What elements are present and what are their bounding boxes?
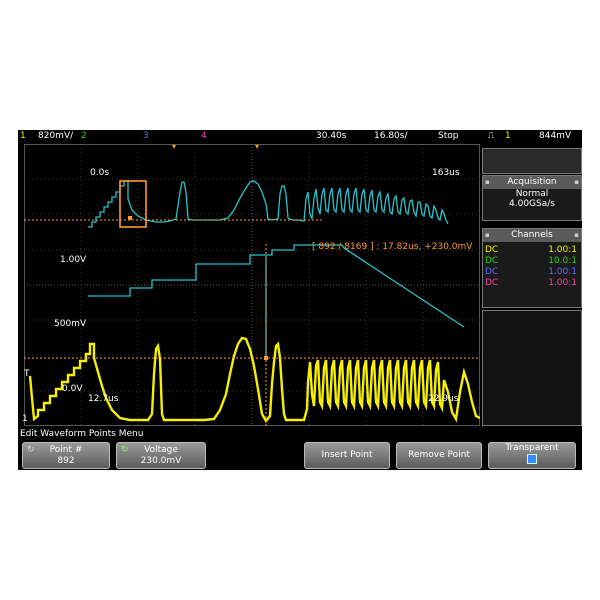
timebase-delay[interactable]: 30.40s (316, 130, 346, 143)
delay-marker-icon: ▾ (172, 142, 177, 151)
remove-point-button[interactable]: Remove Point (396, 442, 482, 469)
trigger-position-icon: ▾ (255, 142, 260, 151)
knob-icon: ↻ (27, 445, 35, 455)
ch1-trace (28, 336, 480, 424)
channel-row-2[interactable]: DC 10.0:1 (483, 256, 581, 267)
waveform-display[interactable] (24, 144, 480, 426)
ch2-coupling: DC (485, 256, 499, 266)
ch1-scale[interactable]: 820mV/ (38, 130, 73, 143)
transparent-label: Transparent (505, 443, 559, 453)
acquisition-mode: Normal (515, 189, 549, 199)
ch4-number[interactable]: 4 (201, 130, 207, 143)
point-marker-bottom (264, 356, 268, 360)
checkbox-icon (489, 454, 575, 468)
ch3-number[interactable]: 3 (143, 130, 149, 143)
ch2-number[interactable]: 2 (81, 130, 87, 143)
trigger-source[interactable]: 1 (505, 130, 511, 143)
menu-icon[interactable]: ▪ (574, 176, 579, 189)
remove-point-label: Remove Point (408, 450, 470, 460)
time-start-label: 0.0s (90, 168, 110, 178)
voltage-softkey[interactable]: ↻ Voltage 230.0mV (116, 442, 206, 469)
collapse-icon[interactable]: ▪ (485, 229, 490, 242)
acquisition-panel[interactable]: ▪ Acquisition ▪ Normal 4.00GSa/s (482, 175, 582, 221)
ch4-coupling: DC (485, 278, 499, 288)
point-number-softkey[interactable]: ↻ Point # 892 (22, 442, 110, 469)
ch3-probe-ratio: 1.00:1 (548, 267, 577, 277)
ch1-coupling: DC (485, 245, 499, 255)
transparent-toggle[interactable]: Transparent (488, 442, 576, 469)
insert-point-button[interactable]: Insert Point (304, 442, 390, 469)
point-value: 892 (57, 455, 75, 466)
acquisition-title: Acquisition (507, 177, 557, 187)
panel-empty-area (482, 310, 582, 426)
collapse-icon[interactable]: ▪ (485, 176, 490, 189)
mid-ref-label: 500mV (54, 319, 87, 329)
channel-row-4[interactable]: DC 1.00:1 (483, 278, 581, 289)
insert-point-label: Insert Point (321, 450, 373, 460)
panel-top-blank (482, 148, 582, 174)
cursor-right-label: 22.9us (428, 394, 459, 404)
trigger-level[interactable]: 844mV (539, 130, 571, 143)
acquisition-rate: 4.00GSa/s (509, 199, 555, 209)
knob-icon: ↻ (121, 445, 129, 455)
ch1-probe-ratio: 1.00:1 (548, 245, 577, 255)
voltage-value: 230.0mV (140, 455, 182, 466)
trigger-edge-icon: ⎍ (488, 131, 495, 141)
point-readout: [ 892 / 8169 ] : 17.82us, +230.0mV (312, 242, 473, 252)
timebase-scale[interactable]: 16.80s/ (374, 130, 408, 143)
menu-icon[interactable]: ▪ (574, 229, 579, 242)
menu-title: Edit Waveform Points Menu (20, 429, 144, 439)
run-state[interactable]: Stop (438, 130, 458, 143)
time-end-label: 163us (432, 168, 460, 178)
ch3-trace (88, 244, 465, 328)
zero-level-label: 0.0V (62, 384, 83, 394)
channels-panel[interactable]: ▪ Channels ▪ DC 1.00:1 DC 10.0:1 DC 1.00… (482, 228, 582, 308)
channels-title: Channels (511, 230, 553, 240)
point-marker-top (128, 216, 132, 220)
ch1-number[interactable]: 1 (20, 130, 26, 143)
oscilloscope-screen: 1 820mV/ 2 3 4 30.40s 16.80s/ Stop ⎍ 1 8… (18, 130, 582, 470)
voltage-label: Voltage (144, 444, 178, 455)
channel-row-3[interactable]: DC 1.00:1 (483, 267, 581, 278)
status-bar: 1 820mV/ 2 3 4 30.40s 16.80s/ Stop ⎍ 1 8… (18, 130, 582, 143)
ch3-coupling: DC (485, 267, 499, 277)
ground-marker[interactable]: 1 (22, 414, 28, 424)
top-ref-label: 1.00V (60, 255, 87, 265)
cursor-left-label: 12.7us (88, 394, 119, 404)
channel-row-1[interactable]: DC 1.00:1 (483, 245, 581, 256)
ch2-probe-ratio: 10.0:1 (548, 256, 577, 266)
point-label: Point # (49, 444, 83, 455)
trigger-marker: T (24, 369, 30, 379)
ch4-probe-ratio: 1.00:1 (548, 278, 577, 288)
